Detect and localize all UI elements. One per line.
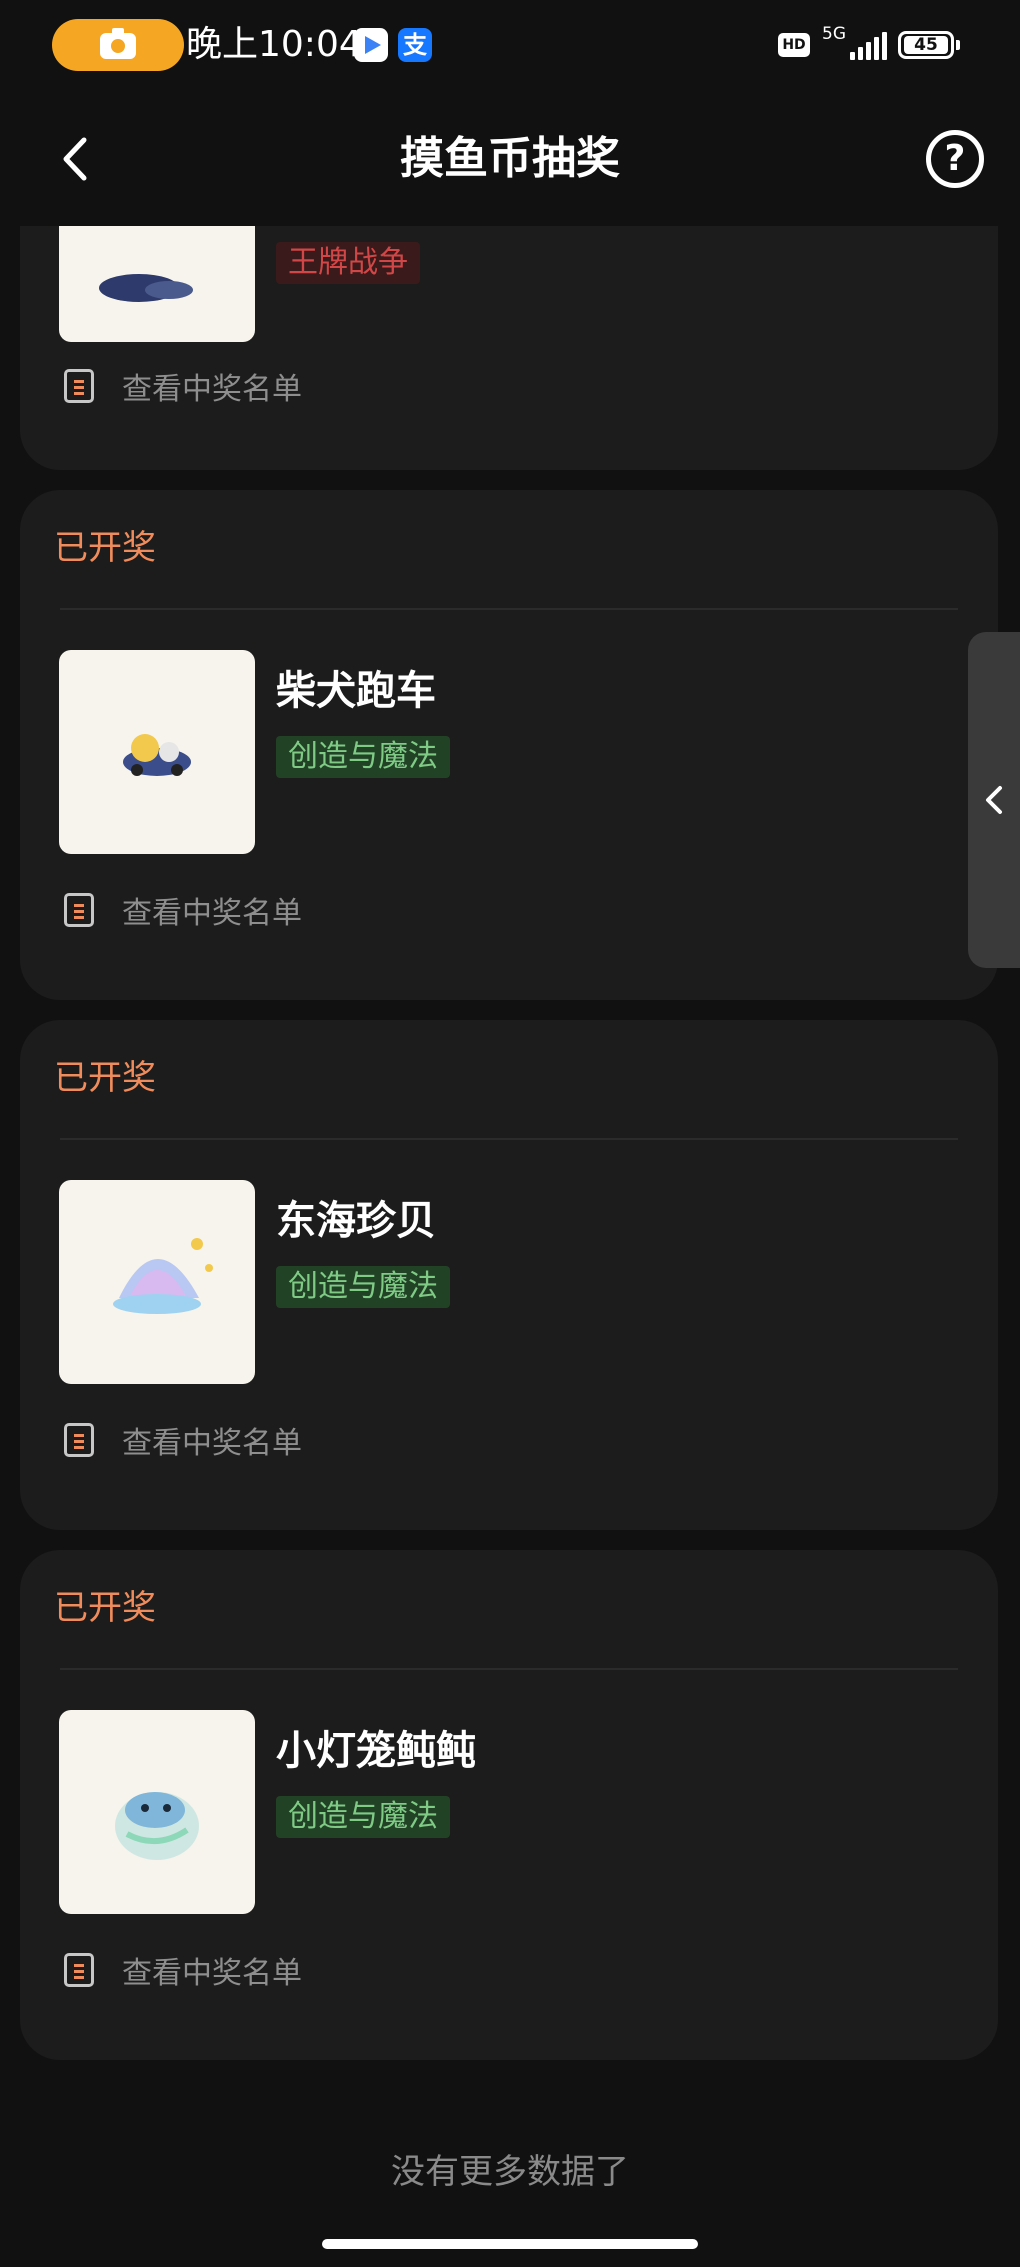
- lottery-card: 已开奖 小灯笼鲀鲀 创造与魔法 查看中奖名单: [20, 1550, 998, 2060]
- prize-name: 东海珍贝: [276, 1198, 436, 1244]
- status-time: 晚上10:04: [186, 24, 362, 65]
- view-winners-label: 查看中奖名单: [122, 896, 302, 931]
- battery-icon: 45: [898, 31, 960, 59]
- chevron-left-icon: [986, 786, 1002, 814]
- side-panel-handle[interactable]: [968, 632, 1020, 968]
- nav-bar: 摸鱼币抽奖 ?: [0, 92, 1020, 226]
- prize-name: 柴犬跑车: [276, 668, 436, 714]
- end-of-list-text: 没有更多数据了: [391, 2152, 629, 2192]
- list-icon: [64, 1953, 94, 1987]
- prize-category-tag: 王牌战争: [276, 242, 420, 284]
- list-icon: [64, 893, 94, 927]
- prize-name: 小灯笼鲀鲀: [276, 1728, 476, 1774]
- prize-image[interactable]: [59, 650, 255, 854]
- screen-record-indicator[interactable]: [52, 19, 184, 71]
- card-divider: [60, 1668, 958, 1670]
- draw-status: 已开奖: [54, 1058, 156, 1098]
- signal-icon: [850, 32, 887, 60]
- lottery-card: 王牌战争 查看中奖名单: [20, 226, 998, 470]
- prize-category-tag: 创造与魔法: [276, 1266, 450, 1308]
- hd-voice-badge: HD: [778, 33, 810, 57]
- card-divider: [60, 1138, 958, 1140]
- view-winners-label: 查看中奖名单: [122, 1426, 302, 1461]
- lottery-card: 已开奖 柴犬跑车 创造与魔法 查看中奖名单: [20, 490, 998, 1000]
- view-winners-link[interactable]: 查看中奖名单: [64, 1950, 302, 1991]
- view-winners-link[interactable]: 查看中奖名单: [64, 366, 302, 407]
- view-winners-label: 查看中奖名单: [122, 372, 302, 407]
- draw-status: 已开奖: [54, 528, 156, 568]
- prize-category-tag: 创造与魔法: [276, 736, 450, 778]
- view-winners-link[interactable]: 查看中奖名单: [64, 890, 302, 931]
- card-divider: [60, 608, 958, 610]
- camera-record-icon: [100, 28, 136, 59]
- draw-status: 已开奖: [54, 1588, 156, 1628]
- lottery-feed[interactable]: 王牌战争 查看中奖名单 已开奖 柴犬跑车 创造与魔法 查看中奖名单 已开奖 东海…: [0, 226, 1020, 2216]
- prize-image[interactable]: [59, 1710, 255, 1914]
- battery-level: 45: [904, 36, 948, 54]
- network-type: 5G: [822, 24, 846, 44]
- prize-image[interactable]: [59, 226, 255, 342]
- help-icon[interactable]: ?: [926, 130, 984, 188]
- list-icon: [64, 1423, 94, 1457]
- prize-category-tag: 创造与魔法: [276, 1796, 450, 1838]
- alipay-icon: 支: [398, 28, 432, 62]
- lottery-card: 已开奖 东海珍贝 创造与魔法 查看中奖名单: [20, 1020, 998, 1530]
- page-title: 摸鱼币抽奖: [400, 133, 620, 184]
- prize-image[interactable]: [59, 1180, 255, 1384]
- list-icon: [64, 369, 94, 403]
- play-store-icon: [354, 28, 388, 62]
- home-indicator[interactable]: [322, 2239, 698, 2249]
- status-bar: 晚上10:04 支 HD 5G 45: [0, 0, 1020, 92]
- view-winners-link[interactable]: 查看中奖名单: [64, 1420, 302, 1461]
- view-winners-label: 查看中奖名单: [122, 1956, 302, 1991]
